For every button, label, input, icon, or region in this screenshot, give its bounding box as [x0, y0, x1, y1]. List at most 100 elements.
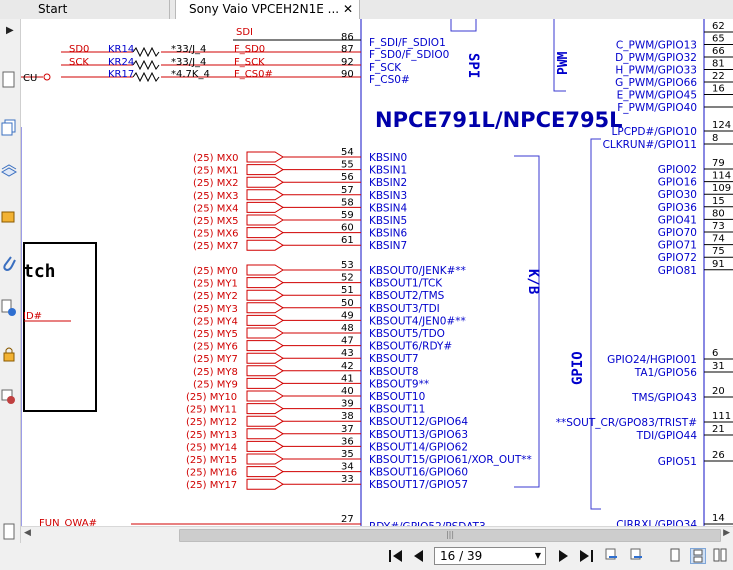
net-label: (25) MY16: [186, 468, 237, 479]
continuous-view-icon[interactable]: [690, 548, 706, 564]
resistor-symbol: [132, 46, 160, 58]
port-label: GPIO51: [658, 456, 697, 468]
certificate-icon[interactable]: [1, 389, 17, 407]
pin-number: 26: [712, 450, 725, 461]
pin-number: 31: [712, 361, 725, 372]
pin-number: 41: [341, 373, 354, 384]
close-tab-icon[interactable]: ✕: [343, 0, 353, 19]
partial-box-label: tch: [23, 261, 56, 282]
net-label: (25) MY3: [193, 304, 238, 315]
pin-number: 91: [712, 259, 725, 270]
pin-number: 66: [712, 46, 725, 57]
document-canvas[interactable]: NPCE791L/NPCE795L SPI PWM K/B GPIO SDI 86 F_SDI…: [21, 19, 733, 526]
scroll-right-icon[interactable]: ▶: [723, 528, 730, 538]
next-page-icon[interactable]: [556, 548, 572, 564]
off-page-connector: [246, 428, 284, 440]
pin-number: 39: [341, 399, 354, 410]
pin-number: 35: [341, 449, 354, 460]
pin-number: 54: [341, 147, 354, 158]
scroll-thumb[interactable]: |||: [179, 529, 721, 542]
tab-document-label: Sony Vaio VPCEH2N1E ...: [189, 2, 340, 16]
port-label: KBSOUT16/GPIO60: [369, 467, 468, 479]
pin-number: 43: [341, 348, 354, 359]
off-page-connector: [246, 478, 284, 490]
net-label: (25) MX6: [193, 229, 239, 240]
tab-document[interactable]: Sony Vaio VPCEH2N1E ... ✕: [175, 0, 360, 20]
pin-number: 48: [341, 323, 354, 334]
pin-number: 81: [712, 59, 725, 70]
tab-bar: Start Sony Vaio VPCEH2N1E ... ✕: [0, 0, 733, 20]
pin-number: 59: [341, 210, 354, 221]
port-label: KBSOUT4/JEN0#**: [369, 315, 466, 327]
gpio-bracket: [590, 138, 601, 510]
previous-view-icon[interactable]: [605, 548, 619, 562]
net-label: SCK: [69, 57, 89, 68]
resistor-value: *33/J_4: [171, 44, 206, 55]
off-page-connector: [246, 227, 284, 239]
net-label: (25) MX5: [193, 216, 239, 227]
copy-icon[interactable]: [1, 119, 17, 137]
net-label: (25) MY1: [193, 279, 238, 290]
chevron-down-icon[interactable]: ▼: [535, 548, 541, 564]
comment-icon[interactable]: [1, 209, 17, 227]
settings-icon[interactable]: [1, 299, 17, 317]
page-number-field[interactable]: 16 / 39 ▼: [434, 547, 546, 565]
lock-icon[interactable]: [1, 345, 17, 363]
layers-icon[interactable]: [1, 162, 17, 180]
pin-number: 79: [712, 158, 725, 169]
port-label: KBSOUT17/GPIO57: [369, 479, 468, 491]
port-label: GPIO41: [658, 214, 697, 226]
gpio-label: GPIO: [570, 351, 586, 385]
first-page-icon[interactable]: [388, 548, 404, 564]
pin-number: 6: [712, 348, 718, 359]
off-page-connector: [246, 440, 284, 452]
net-label: (25) MY5: [193, 329, 238, 340]
pin-number: 8: [712, 133, 718, 144]
pin-number: 21: [712, 424, 725, 435]
document-icon[interactable]: [1, 523, 17, 541]
off-page-connector: [246, 352, 284, 364]
attachment-icon[interactable]: [1, 255, 17, 273]
net-label: (25) MY6: [193, 342, 238, 353]
last-page-icon[interactable]: [578, 548, 594, 564]
expand-panel-icon[interactable]: ▶: [6, 25, 14, 36]
off-page-connector: [246, 390, 284, 402]
net-label: (25) MY8: [193, 367, 238, 378]
pin-number: 38: [341, 411, 354, 422]
pin-number: 90: [341, 69, 354, 80]
off-page-connector: [246, 151, 284, 163]
partial-box-net: ID#: [23, 311, 42, 322]
net-label: (25) MY13: [186, 430, 237, 441]
off-page-connector: [246, 340, 284, 352]
previous-page-icon[interactable]: [410, 548, 426, 564]
port-label: KBSOUT2/TMS: [369, 290, 445, 302]
net-label: (25) MX0: [193, 153, 239, 164]
port-label: KBSOUT1/TCK: [369, 278, 443, 290]
pin-number: 114: [712, 171, 731, 182]
off-page-connector: [246, 327, 284, 339]
net-label: (25) MY10: [186, 392, 237, 403]
off-page-connector: [246, 164, 284, 176]
single-page-view-icon[interactable]: [668, 548, 682, 562]
off-page-connector: [246, 214, 284, 226]
pin-number: 22: [712, 71, 725, 82]
port-label: GPIO24/HGPIO01: [607, 354, 697, 366]
port-label: GPIO36: [658, 202, 698, 214]
next-view-icon[interactable]: [630, 548, 644, 562]
net-label: (25) MY12: [186, 417, 237, 428]
resistor-value: *4.7K_4: [171, 69, 210, 80]
port-label: KBSOUT9**: [369, 378, 429, 390]
pin-number: 16: [712, 84, 725, 95]
horizontal-scrollbar[interactable]: ◀ ||| ▶: [21, 526, 733, 543]
net-label: (25) MX7: [193, 241, 239, 252]
port-label: KBSIN4: [369, 202, 408, 214]
scroll-left-icon[interactable]: ◀: [24, 528, 31, 538]
resistor-label: KR17: [108, 69, 134, 80]
net-label: CU: [23, 73, 37, 84]
tab-start[interactable]: Start: [20, 0, 170, 19]
off-page-connector: [246, 453, 284, 465]
page-icon[interactable]: [1, 71, 17, 89]
facing-view-icon[interactable]: [713, 548, 727, 562]
port-label: CLKRUN#/GPIO11: [603, 139, 697, 151]
net-label: (25) MY9: [193, 379, 238, 390]
